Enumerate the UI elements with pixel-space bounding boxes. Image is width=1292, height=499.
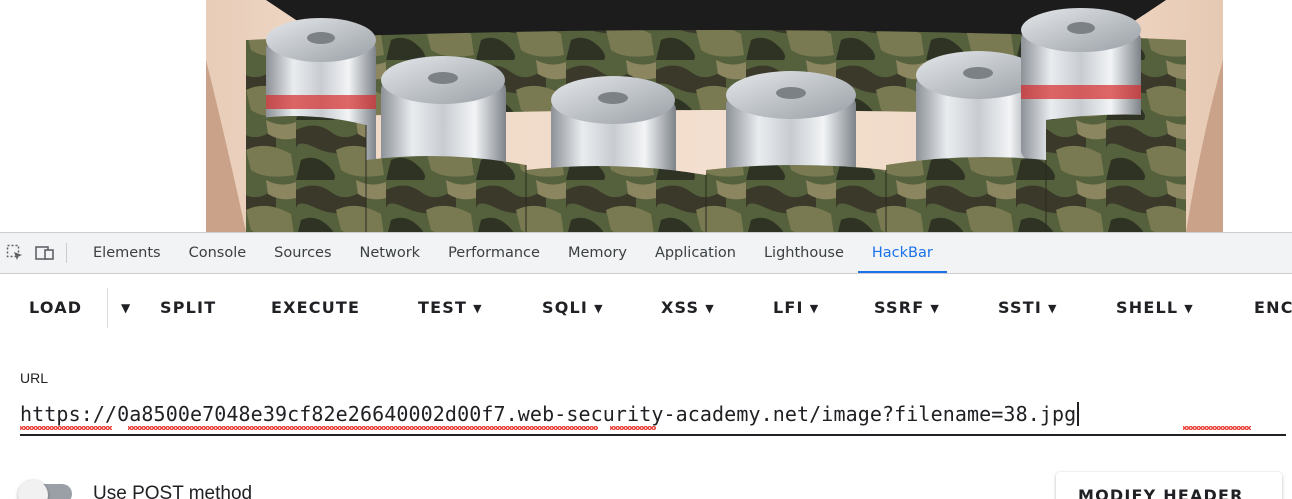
tab-memory[interactable]: Memory	[554, 233, 641, 273]
sqli-menu-button[interactable]: SQLI ▼	[542, 296, 604, 320]
ssti-menu-button[interactable]: SSTI ▼	[998, 296, 1058, 320]
tab-elements[interactable]: Elements	[79, 233, 175, 273]
post-method-label: Use POST method	[93, 483, 253, 499]
page-content	[0, 0, 1292, 232]
toolbar-divider	[66, 243, 67, 263]
tab-lighthouse[interactable]: Lighthouse	[750, 233, 858, 273]
url-label: URL	[20, 370, 49, 386]
tab-application[interactable]: Application	[641, 233, 750, 273]
devtools-tab-bar: Elements Console Sources Network Perform…	[0, 232, 1292, 274]
test-label: TEST	[418, 298, 468, 317]
spellcheck-underline	[20, 426, 112, 430]
toolbar-divider	[107, 288, 108, 328]
ssti-label: SSTI	[998, 298, 1042, 317]
tab-performance[interactable]: Performance	[434, 233, 554, 273]
spellcheck-underline	[610, 426, 656, 430]
spellcheck-underline	[1183, 426, 1251, 430]
post-method-toggle[interactable]	[18, 480, 76, 499]
load-button[interactable]: LOAD	[29, 296, 82, 320]
shell-label: SHELL	[1116, 298, 1179, 317]
caret-down-icon: ▼	[809, 302, 820, 315]
tab-network[interactable]: Network	[346, 233, 435, 273]
split-button[interactable]: SPLIT	[160, 296, 216, 320]
modify-header-button[interactable]: MODIFY HEADER	[1056, 472, 1282, 499]
text-cursor	[1077, 402, 1080, 426]
ssrf-label: SSRF	[874, 298, 925, 317]
caret-down-icon: ▼	[1048, 302, 1058, 315]
product-image	[206, 0, 1223, 232]
encoding-menu-button[interactable]: ENC	[1254, 296, 1292, 320]
caret-down-icon: ▼	[930, 302, 941, 315]
tab-hackbar[interactable]: HackBar	[857, 233, 947, 273]
tab-sources[interactable]: Sources	[260, 233, 345, 273]
modify-header-label: MODIFY HEADER	[1078, 486, 1244, 499]
lfi-menu-button[interactable]: LFI ▼	[773, 296, 819, 320]
url-input[interactable]: https://0a8500e7048e39cf82e26640002d00f7…	[20, 392, 1286, 436]
shell-menu-button[interactable]: SHELL ▼	[1116, 296, 1194, 320]
hackbar-toolbar: LOAD ▼ SPLIT EXECUTE TEST ▼ SQLI ▼ XSS ▼ LF…	[0, 278, 1292, 338]
toggle-thumb	[18, 480, 48, 499]
url-value: https://0a8500e7048e39cf82e26640002d00f7…	[20, 402, 1077, 426]
tab-console[interactable]: Console	[175, 233, 261, 273]
url-text: https://0a8500e7048e39cf82e26640002d00f7…	[20, 402, 1080, 426]
test-menu-button[interactable]: TEST ▼	[418, 296, 483, 320]
caret-down-icon: ▼	[1184, 302, 1194, 315]
caret-down-icon: ▼	[705, 302, 715, 315]
caret-down-icon: ▼	[594, 302, 604, 315]
inspect-element-icon[interactable]	[0, 233, 30, 273]
xss-label: XSS	[661, 298, 700, 317]
lfi-label: LFI	[773, 298, 804, 317]
load-options-dropdown[interactable]: ▼	[121, 296, 131, 320]
device-toolbar-icon[interactable]	[30, 233, 60, 273]
ssrf-menu-button[interactable]: SSRF ▼	[874, 296, 940, 320]
caret-down-icon: ▼	[473, 302, 483, 315]
beer-belt-illustration	[206, 0, 1223, 232]
xss-menu-button[interactable]: XSS ▼	[661, 296, 715, 320]
execute-button[interactable]: EXECUTE	[271, 296, 360, 320]
sqli-label: SQLI	[542, 298, 589, 317]
spellcheck-underline	[128, 426, 598, 430]
